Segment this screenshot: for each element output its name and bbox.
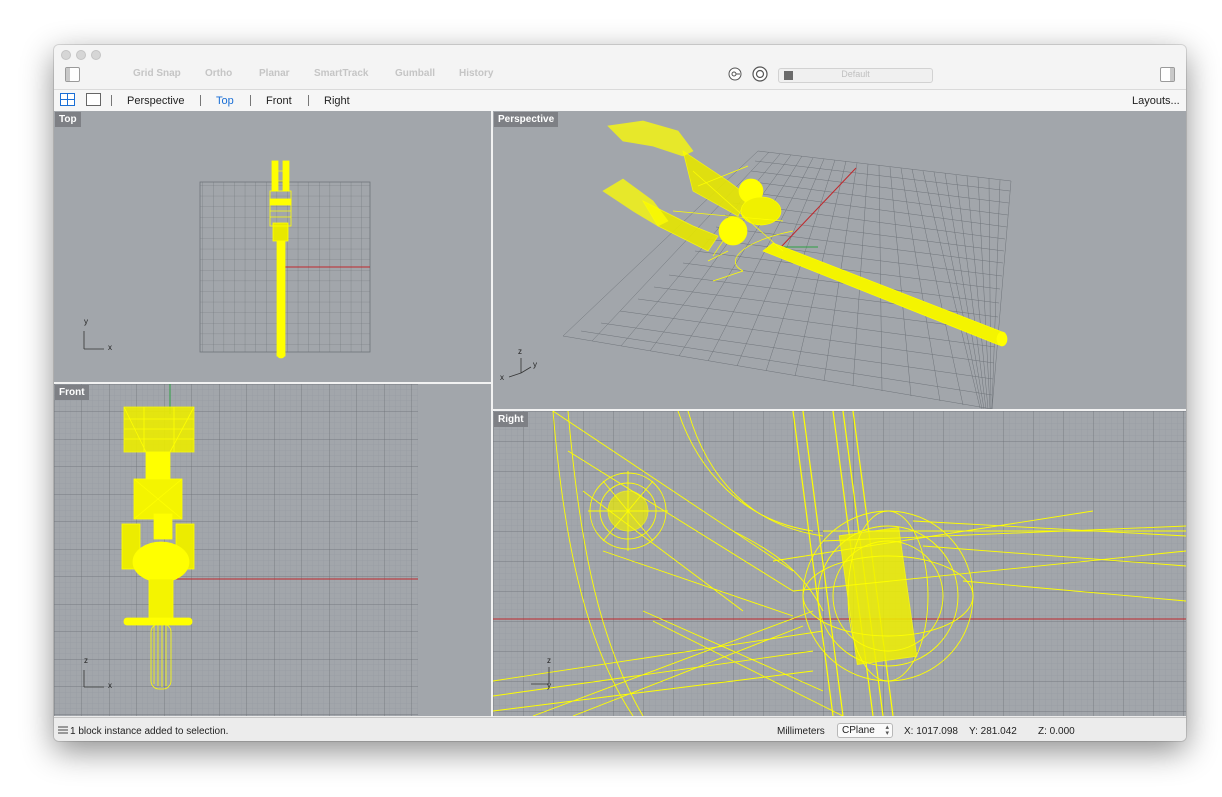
right-sidebar-toggle-icon[interactable]	[1160, 67, 1175, 82]
zoom-window-button[interactable]	[91, 50, 101, 60]
viewport-label-top: Top	[55, 112, 81, 127]
right-axis-z-label: z	[547, 656, 551, 665]
status-message: 1 block instance added to selection.	[70, 726, 229, 737]
layouts-button[interactable]: Layouts...	[1132, 95, 1180, 107]
layer-name: Default	[841, 69, 870, 79]
front-major-grid	[54, 384, 418, 716]
perspective-view-canvas	[508, 120, 1012, 409]
viewport-right[interactable]: Right z y	[493, 411, 1186, 716]
grid-snap-button[interactable]: Grid Snap	[133, 68, 181, 79]
four-viewport-layout-icon[interactable]	[60, 93, 75, 106]
viewport-left-horizontal-divider[interactable]	[54, 382, 491, 384]
perspective-axis-gizmo	[508, 358, 532, 378]
front-view-canvas	[54, 384, 418, 716]
smarttrack-button[interactable]: SmartTrack	[314, 68, 368, 79]
tab-front[interactable]: Front	[266, 95, 292, 107]
tab-separator	[200, 95, 201, 106]
right-view-canvas	[493, 411, 1186, 716]
viewport-label-right: Right	[494, 412, 528, 427]
right-axis-y-label: y	[547, 681, 551, 690]
close-window-button[interactable]	[61, 50, 71, 60]
coordinate-x: X: 1017.098	[904, 726, 958, 737]
viewport-right-horizontal-divider[interactable]	[493, 409, 1186, 411]
viewport-label-perspective: Perspective	[494, 112, 559, 127]
left-sidebar-toggle-icon[interactable]	[65, 67, 80, 82]
units-label[interactable]: Millimeters	[777, 726, 825, 737]
cplane-value: CPlane	[842, 725, 875, 736]
planar-button[interactable]: Planar	[259, 68, 290, 79]
gumball-button[interactable]: Gumball	[395, 68, 435, 79]
ortho-button[interactable]: Ortho	[205, 68, 232, 79]
cplane-selector[interactable]: CPlane ▴ ▾	[837, 723, 893, 738]
perspective-axis-z-label: z	[518, 347, 522, 356]
tab-separator	[250, 95, 251, 106]
status-bar: 1 block instance added to selection. Mil…	[54, 717, 1186, 741]
minimize-window-button[interactable]	[76, 50, 86, 60]
top-view-canvas	[83, 160, 371, 359]
viewport-front[interactable]: Front z x	[54, 384, 491, 716]
coordinate-z: Z: 0.000	[1038, 726, 1075, 737]
viewport-tabbar: Perspective Top Front Right Layouts...	[54, 89, 1186, 112]
tab-right[interactable]: Right	[324, 95, 350, 107]
history-button[interactable]: History	[459, 68, 493, 79]
command-history-icon[interactable]	[58, 726, 68, 734]
osnap-icon[interactable]	[728, 67, 742, 81]
chevron-updown-icon: ▴ ▾	[885, 724, 889, 737]
viewport-perspective[interactable]: Perspective z y x	[493, 111, 1186, 409]
front-axis-z-label: z	[84, 656, 88, 665]
tab-perspective[interactable]: Perspective	[127, 95, 184, 107]
viewport-vertical-divider[interactable]	[491, 111, 493, 717]
coordinate-y: Y: 281.042	[969, 726, 1017, 737]
front-axis-x-label: x	[108, 681, 112, 690]
tab-separator	[308, 95, 309, 106]
app-window: Grid Snap Ortho Planar SmartTrack Gumbal…	[54, 45, 1186, 741]
viewport-label-front: Front	[55, 385, 89, 400]
layer-selector[interactable]: Default	[778, 68, 933, 83]
top-axis-gizmo	[83, 331, 104, 350]
perspective-axis-x-label: x	[500, 373, 504, 382]
single-viewport-layout-icon[interactable]	[86, 93, 101, 106]
tab-separator	[111, 95, 112, 106]
perspective-x-axis	[780, 167, 857, 248]
top-axis-x-label: x	[108, 343, 112, 352]
perspective-axis-y-label: y	[533, 360, 537, 369]
viewport-top[interactable]: Top y x	[54, 111, 491, 382]
titlebar: Grid Snap Ortho Planar SmartTrack Gumbal…	[54, 45, 1186, 89]
record-icon[interactable]	[752, 66, 768, 82]
top-axis-y-label: y	[84, 317, 88, 326]
tab-top[interactable]: Top	[216, 95, 234, 107]
